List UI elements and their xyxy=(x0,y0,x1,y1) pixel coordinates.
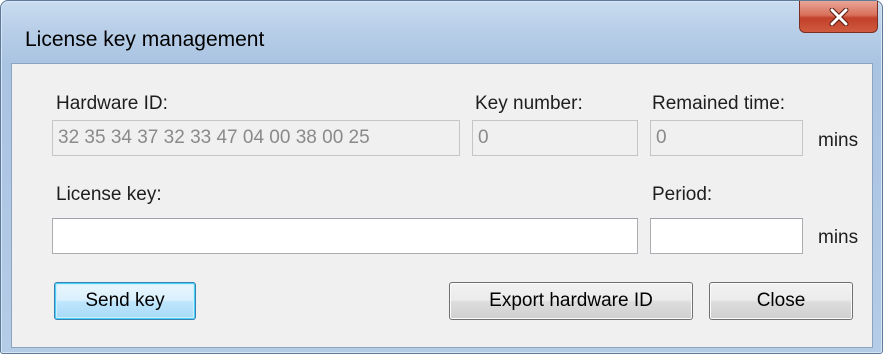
period-unit: mins xyxy=(818,227,859,248)
remained-time-unit: mins xyxy=(818,130,859,151)
window-title: License key management xyxy=(25,28,265,51)
dialog-client-area: Hardware ID: Key number: Remained time: … xyxy=(11,63,873,348)
remained-time-label: Remained time: xyxy=(652,93,786,114)
period-input[interactable] xyxy=(650,218,803,254)
window-close-button[interactable] xyxy=(799,1,878,33)
remained-time-field[interactable]: 0 xyxy=(650,120,803,156)
hardware-id-label: Hardware ID: xyxy=(56,93,168,114)
send-key-button[interactable]: Send key xyxy=(54,282,196,320)
title-bar[interactable]: License key management xyxy=(1,1,882,51)
key-number-label: Key number: xyxy=(475,93,583,114)
close-button[interactable]: Close xyxy=(709,282,853,320)
period-label: Period: xyxy=(652,184,713,205)
hardware-id-field[interactable]: 32 35 34 37 32 33 47 04 00 38 00 25 xyxy=(52,120,460,156)
license-key-input[interactable] xyxy=(52,218,638,254)
license-key-label: License key: xyxy=(56,184,162,205)
license-key-dialog: License key management Hardware ID: Key … xyxy=(0,0,883,354)
key-number-field[interactable]: 0 xyxy=(472,120,638,156)
export-hardware-id-button[interactable]: Export hardware ID xyxy=(449,282,693,320)
close-x-icon xyxy=(829,7,848,26)
